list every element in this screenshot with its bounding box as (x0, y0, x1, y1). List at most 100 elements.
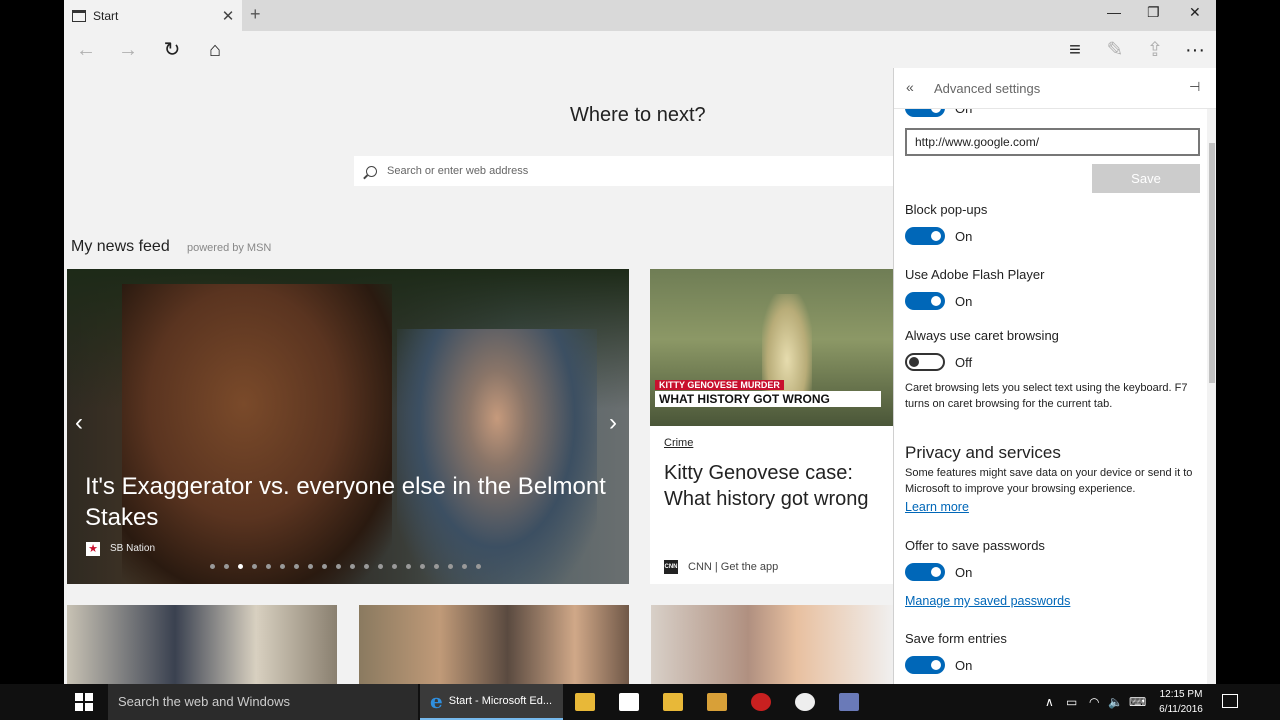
carousel-dot[interactable] (476, 564, 481, 569)
share-icon[interactable]: ⇪ (1141, 36, 1169, 64)
news-thumbnail[interactable] (651, 605, 894, 684)
caret-browsing-label: Always use caret browsing (905, 328, 1059, 343)
carousel-dots (210, 564, 481, 569)
caret-browsing-toggle[interactable] (905, 353, 945, 371)
carousel-prev-icon[interactable]: ‹ (75, 409, 83, 437)
desktop: Start ✕ + — ❐ ✕ ← → ↻ ⌂ ≡ ✎ ⇪ ··· Where … (0, 0, 1280, 720)
carousel-dot[interactable] (434, 564, 439, 569)
news-card-kitty-genovese[interactable]: KITTY GENOVESE MURDER WHAT HISTORY GOT W… (650, 269, 894, 584)
news-card-image: KITTY GENOVESE MURDER WHAT HISTORY GOT W… (650, 269, 894, 426)
carousel-dot[interactable] (420, 564, 425, 569)
show-hidden-icons[interactable]: ∧ (1045, 695, 1054, 709)
refresh-button[interactable]: ↻ (158, 36, 186, 64)
more-actions-icon[interactable]: ··· (1181, 36, 1209, 64)
keyboard-icon[interactable]: ⌨ (1129, 695, 1146, 709)
tab-start[interactable]: Start ✕ (64, 0, 242, 31)
carousel-dot[interactable] (336, 564, 341, 569)
carousel-dot[interactable] (266, 564, 271, 569)
scrollbar-thumb[interactable] (1209, 143, 1215, 383)
back-chevron-icon[interactable]: « (906, 79, 914, 95)
clock-time: 12:15 PM (1159, 689, 1203, 700)
carousel-dot[interactable] (280, 564, 285, 569)
carousel-dot[interactable] (294, 564, 299, 569)
wifi-icon[interactable]: ◠ (1089, 695, 1099, 709)
paint-splat-icon[interactable] (751, 693, 771, 711)
restore-button[interactable]: ❐ (1147, 4, 1160, 21)
save-button[interactable]: Save (1092, 164, 1200, 193)
home-button[interactable]: ⌂ (201, 36, 229, 64)
trainer-image (397, 329, 597, 584)
carousel-dot[interactable] (238, 564, 243, 569)
store-icon[interactable] (619, 693, 639, 711)
edge-logo-icon: e (430, 689, 443, 713)
hero-source: SB Nation (110, 543, 156, 554)
address-search-box[interactable]: Search or enter web address (354, 156, 894, 186)
carousel-dot[interactable] (392, 564, 397, 569)
carousel-dot[interactable] (308, 564, 313, 569)
learn-more-link[interactable]: Learn more (905, 500, 969, 514)
flash-player-state: On (955, 294, 973, 309)
ticker-label: KITTY GENOVESE MURDER (655, 380, 784, 390)
close-window-button[interactable]: ✕ (1189, 4, 1201, 21)
tab-bar: Start ✕ + — ❐ ✕ (64, 0, 1216, 31)
hub-icon[interactable]: ≡ (1061, 36, 1089, 64)
clock-date: 6/11/2016 (1159, 704, 1203, 715)
carousel-dot[interactable] (252, 564, 257, 569)
close-tab-icon[interactable]: ✕ (214, 7, 242, 25)
caret-browsing-state: Off (955, 355, 973, 370)
home-url-input[interactable]: http://www.google.com/ (905, 128, 1200, 156)
back-button[interactable]: ← (72, 36, 100, 64)
forward-button[interactable]: → (114, 36, 142, 64)
taskbar-clock[interactable]: 12:15 PM 6/11/2016 (1150, 687, 1212, 717)
hero-news-card[interactable]: ‹ › It's Exaggerator vs. everyone else i… (67, 269, 629, 584)
hero-headline[interactable]: It's Exaggerator vs. everyone else in th… (85, 471, 625, 533)
carousel-dot[interactable] (224, 564, 229, 569)
volume-icon[interactable]: 🔈 (1108, 695, 1123, 709)
news-thumbnail[interactable] (359, 605, 629, 684)
floppy-disk-icon[interactable] (839, 693, 859, 711)
minimize-button[interactable]: — (1107, 4, 1121, 20)
block-popups-state: On (955, 229, 973, 244)
news-feed-powered-by: powered by MSN (187, 242, 272, 254)
horse-image (122, 284, 392, 584)
action-center-icon[interactable] (1222, 694, 1238, 708)
news-headline[interactable]: Kitty Genovese case: What history got wr… (664, 460, 894, 512)
new-tab-button[interactable]: + (250, 4, 261, 25)
cnn-logo-icon: CNN (664, 560, 678, 574)
carousel-dot[interactable] (448, 564, 453, 569)
flash-player-toggle[interactable] (905, 292, 945, 310)
manage-passwords-link[interactable]: Manage my saved passwords (905, 594, 1070, 608)
search-icon (366, 165, 377, 177)
file-explorer-icon[interactable] (575, 693, 595, 711)
settings-title: Advanced settings (934, 81, 1041, 96)
news-thumbnail[interactable] (67, 605, 337, 684)
web-note-icon[interactable]: ✎ (1101, 36, 1129, 64)
form-entries-toggle[interactable] (905, 656, 945, 674)
carousel-dot[interactable] (210, 564, 215, 569)
taskbar-edge-app[interactable]: e Start - Microsoft Ed... (420, 684, 563, 720)
folder-icon[interactable] (663, 693, 683, 711)
clock-app-icon[interactable] (795, 693, 815, 711)
privacy-note: Some features might save data on your de… (905, 467, 1193, 495)
carousel-dot[interactable] (462, 564, 467, 569)
settings-scrollbar[interactable] (1207, 109, 1216, 684)
taskbar-search-input[interactable]: Search the web and Windows (108, 684, 418, 720)
carousel-dot[interactable] (364, 564, 369, 569)
windows-start-icon[interactable] (75, 693, 93, 711)
pin-icon[interactable]: ⊣ (1189, 79, 1200, 95)
form-entries-label: Save form entries (905, 631, 1007, 646)
save-passwords-toggle[interactable] (905, 563, 945, 581)
carousel-next-icon[interactable]: › (609, 409, 617, 437)
carousel-dot[interactable] (406, 564, 411, 569)
search-input[interactable]: Search or enter web address (387, 165, 528, 177)
carousel-dot[interactable] (350, 564, 355, 569)
settings-header: « Advanced settings ⊣ (894, 68, 1216, 109)
media-player-icon[interactable] (707, 693, 727, 711)
news-category[interactable]: Crime (664, 437, 693, 449)
block-popups-label: Block pop-ups (905, 202, 988, 217)
carousel-dot[interactable] (378, 564, 383, 569)
battery-icon[interactable]: ▭ (1066, 695, 1077, 709)
block-popups-toggle[interactable] (905, 227, 945, 245)
desktop-edge (1216, 0, 1280, 684)
carousel-dot[interactable] (322, 564, 327, 569)
